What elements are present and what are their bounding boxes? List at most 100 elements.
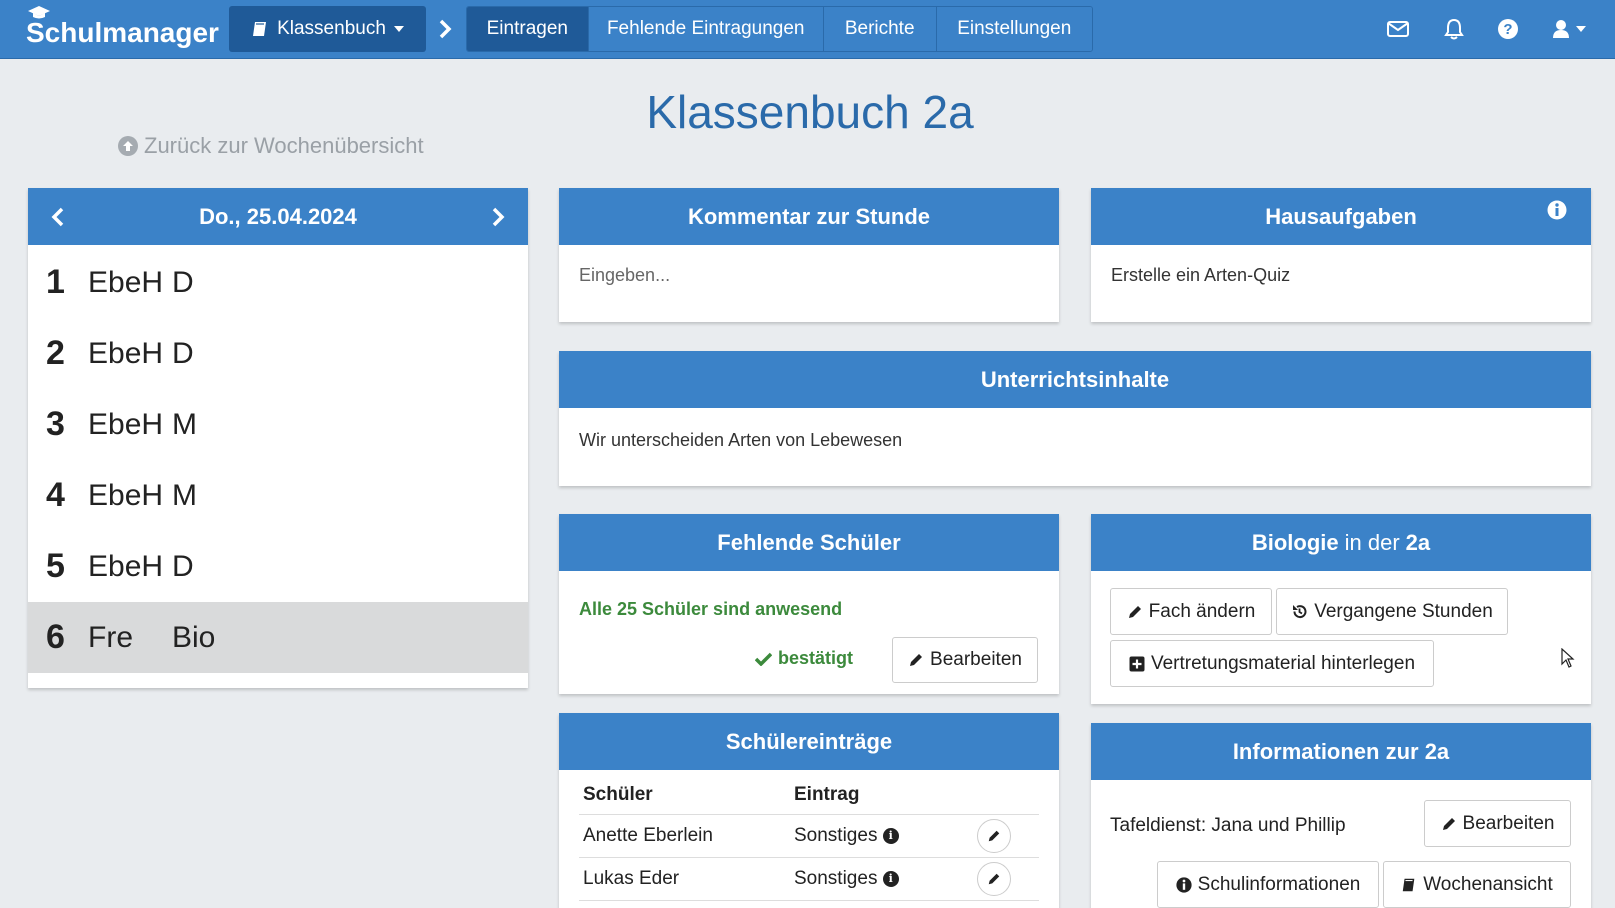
day-lessons-card: Do., 25.04.2024 1 EbeH D 2 EbeH D 3 EbeH… bbox=[28, 188, 528, 688]
missing-students-card: Fehlende Schüler Alle 25 Schüler sind an… bbox=[559, 514, 1059, 694]
arrow-up-circle-icon bbox=[118, 136, 138, 156]
lesson-subject: D bbox=[172, 549, 194, 583]
klassenbuch-dropdown[interactable]: Klassenbuch bbox=[229, 6, 426, 52]
caret-down-icon bbox=[393, 26, 404, 32]
history-icon bbox=[1293, 605, 1307, 619]
confirmed-label: bestätigt bbox=[778, 648, 854, 668]
subject-name: Biologie bbox=[1251, 529, 1339, 555]
caret-down-icon bbox=[1576, 26, 1586, 32]
main-tabs: Eintragen Fehlende Eintragungen Berichte… bbox=[466, 6, 1093, 52]
subject-card-header: Biologie in der 2a bbox=[1091, 514, 1591, 571]
attendance-status: Alle 25 Schüler sind anwesend bbox=[579, 599, 843, 619]
edit-entry-button[interactable] bbox=[977, 819, 1011, 853]
next-day-button[interactable] bbox=[478, 188, 518, 245]
school-info-button[interactable]: Schulinformationen bbox=[1157, 861, 1379, 908]
lesson-item-4[interactable]: 4 EbeH M bbox=[28, 460, 528, 531]
lesson-subject: D bbox=[172, 265, 194, 299]
student-entries-title: Schülereinträge bbox=[559, 713, 1059, 770]
column-header-actions bbox=[973, 776, 1039, 815]
entry-type: Sonstiges bbox=[794, 868, 878, 889]
student-name: Anette Eberlein bbox=[579, 814, 790, 858]
pencil-icon bbox=[988, 873, 1000, 885]
bell-icon[interactable] bbox=[1442, 17, 1466, 41]
student-name: Lukas Eder bbox=[579, 857, 790, 901]
student-entries-table: Schüler Eintrag Anette Eberlein Sonstige… bbox=[579, 776, 1039, 901]
entry-type: Sonstiges bbox=[794, 825, 878, 846]
change-subject-button[interactable]: Fach ändern bbox=[1110, 588, 1272, 635]
lesson-item-6-selected[interactable]: 6 Fre Bio bbox=[28, 602, 528, 673]
pencil-icon bbox=[910, 654, 923, 666]
chevron-right-icon bbox=[492, 207, 505, 226]
pencil-icon bbox=[1128, 605, 1141, 618]
help-icon[interactable]: ? bbox=[1496, 17, 1520, 41]
day-date: Do., 25.04.2024 bbox=[199, 203, 357, 229]
back-to-week-link[interactable]: Zurück zur Wochenübersicht bbox=[118, 133, 424, 159]
lesson-content-card: Unterrichtsinhalte Wir unterscheiden Art… bbox=[559, 351, 1591, 486]
subject-in-der: in der bbox=[1344, 529, 1400, 555]
past-lessons-label: Vergangene Stunden bbox=[1314, 600, 1493, 622]
check-icon bbox=[755, 652, 772, 666]
day-header: Do., 25.04.2024 bbox=[28, 188, 528, 245]
table-row: Lukas Eder Sonstiges i bbox=[579, 857, 1039, 901]
book-icon bbox=[253, 22, 267, 36]
subject-class: 2a bbox=[1405, 529, 1431, 555]
student-entries-card: Schülereinträge Schüler Eintrag Anette E… bbox=[559, 713, 1059, 908]
substitute-material-button[interactable]: Vertretungsmaterial hinterlegen bbox=[1110, 640, 1434, 687]
comment-card-title: Kommentar zur Stunde bbox=[559, 188, 1059, 245]
class-info-title: Informationen zur 2a bbox=[1091, 723, 1591, 780]
info-icon[interactable] bbox=[1547, 200, 1567, 226]
lesson-teacher: EbeH bbox=[88, 407, 164, 441]
info-icon bbox=[1176, 876, 1192, 893]
tab-berichte[interactable]: Berichte bbox=[823, 7, 937, 51]
prev-day-button[interactable] bbox=[38, 188, 78, 245]
lesson-number: 3 bbox=[46, 405, 65, 443]
entry-cell: Sonstiges i bbox=[790, 857, 973, 901]
edit-class-info-button[interactable]: Bearbeiten bbox=[1424, 800, 1571, 847]
comment-input[interactable]: Eingeben... bbox=[559, 245, 1059, 306]
brand-logo[interactable]: Schulmanager bbox=[26, 6, 219, 52]
chevron-right-icon bbox=[439, 19, 452, 39]
lesson-subject: M bbox=[172, 407, 197, 441]
lesson-number: 5 bbox=[46, 547, 65, 585]
tab-einstellungen[interactable]: Einstellungen bbox=[936, 7, 1092, 51]
homework-text[interactable]: Erstelle ein Arten-Quiz bbox=[1091, 245, 1591, 306]
brand-name: Schulmanager bbox=[26, 17, 219, 48]
tab-eintragen[interactable]: Eintragen bbox=[467, 7, 589, 51]
plus-square-icon bbox=[1129, 656, 1145, 671]
class-duty-text: Tafeldienst: Jana und Phillip bbox=[1110, 815, 1346, 836]
edit-attendance-label: Bearbeiten bbox=[930, 649, 1022, 670]
klassenbuch-label: Klassenbuch bbox=[277, 18, 386, 39]
mouse-cursor-icon bbox=[1561, 648, 1575, 668]
user-menu[interactable] bbox=[1547, 17, 1591, 41]
lesson-teacher: EbeH bbox=[88, 265, 164, 299]
homework-card: Hausaufgaben Erstelle ein Arten-Quiz bbox=[1091, 188, 1591, 322]
lesson-item-1[interactable]: 1 EbeH D bbox=[28, 247, 528, 318]
lesson-item-2[interactable]: 2 EbeH D bbox=[28, 318, 528, 389]
info-icon[interactable]: i bbox=[882, 870, 899, 887]
book-icon bbox=[1402, 878, 1415, 891]
lesson-item-5[interactable]: 5 EbeH D bbox=[28, 531, 528, 602]
edit-entry-button[interactable] bbox=[977, 862, 1011, 896]
lesson-content-title: Unterrichtsinhalte bbox=[559, 351, 1591, 408]
info-icon[interactable]: i bbox=[882, 827, 899, 844]
comment-card: Kommentar zur Stunde Eingeben... bbox=[559, 188, 1059, 322]
week-view-label: Wochenansicht bbox=[1423, 873, 1553, 895]
lesson-item-3[interactable]: 3 EbeH M bbox=[28, 389, 528, 460]
lesson-subject: D bbox=[172, 336, 194, 370]
edit-class-info-label: Bearbeiten bbox=[1462, 812, 1555, 834]
edit-attendance-button[interactable]: Bearbeiten bbox=[892, 637, 1038, 683]
lesson-number: 2 bbox=[46, 334, 65, 372]
lesson-number: 4 bbox=[46, 476, 65, 514]
lesson-teacher: EbeH bbox=[88, 549, 164, 583]
tab-fehlende-eintragungen[interactable]: Fehlende Eintragungen bbox=[588, 7, 824, 51]
lesson-content-text[interactable]: Wir unterscheiden Arten von Lebewesen bbox=[559, 408, 1591, 471]
page-title: Klassenbuch 2a bbox=[646, 86, 974, 138]
mail-icon[interactable] bbox=[1386, 17, 1410, 41]
top-navbar: Schulmanager Klassenbuch Eintragen Fehle… bbox=[0, 0, 1615, 59]
class-info-card: Informationen zur 2a Tafeldienst: Jana u… bbox=[1091, 723, 1591, 908]
svg-text:?: ? bbox=[1503, 21, 1512, 38]
week-view-button[interactable]: Wochenansicht bbox=[1383, 861, 1571, 908]
lesson-teacher: EbeH bbox=[88, 336, 164, 370]
past-lessons-button[interactable]: Vergangene Stunden bbox=[1276, 588, 1508, 635]
chevron-left-icon bbox=[51, 207, 64, 226]
